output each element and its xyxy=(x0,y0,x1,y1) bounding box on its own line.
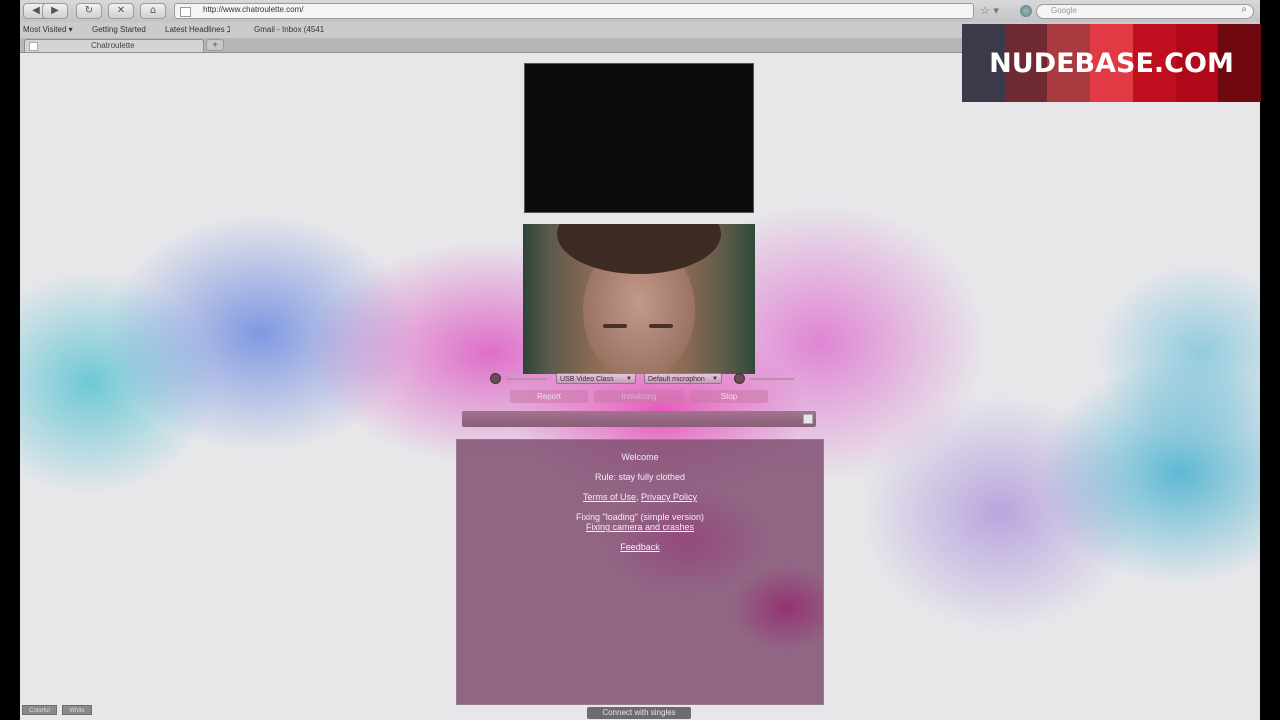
address-bar[interactable]: http://www.chatroulette.com/ xyxy=(174,3,974,19)
bookmark-gmail-inbox[interactable]: Gmail - Inbox (4541 xyxy=(254,25,324,34)
next-button[interactable]: Initializing xyxy=(594,390,684,403)
forward-button[interactable]: ▶ xyxy=(42,3,68,19)
webcam-hair-image xyxy=(557,224,721,274)
bookmark-star-icon[interactable]: ☆ ▾ xyxy=(980,4,999,17)
chat-panel: Welcome Rule: stay fully clothed Terms o… xyxy=(456,439,824,705)
privacy-policy-link[interactable]: Privacy Policy xyxy=(641,492,697,502)
report-button[interactable]: Report xyxy=(510,390,588,403)
partner-video xyxy=(524,63,754,213)
chevron-down-icon: ▼ xyxy=(626,376,632,382)
reload-button[interactable]: ↻ xyxy=(76,3,102,19)
bookmark-getting-started[interactable]: Getting Started xyxy=(92,25,146,34)
fixing-camera-link[interactable]: Fixing camera and crashes xyxy=(586,522,694,532)
watermark-logo: NUDEBASE.COM xyxy=(962,24,1261,102)
search-input[interactable]: Google ⌕ xyxy=(1036,4,1254,19)
theme-white-button[interactable]: White xyxy=(62,705,92,715)
eye-shape xyxy=(649,324,673,328)
fixing-camera-line: Fixing camera and crashes xyxy=(457,522,823,532)
page-content: USB Video Class ▼ Default microphon ▼ Re… xyxy=(20,53,1260,720)
connect-with-singles-link[interactable]: Connect with singles xyxy=(587,707,691,719)
camera-slider[interactable] xyxy=(506,378,546,380)
camera-select[interactable]: USB Video Class ▼ xyxy=(556,373,636,384)
camera-select-value: USB Video Class xyxy=(560,376,614,383)
watermark-text: NUDEBASE.COM xyxy=(989,48,1234,79)
terms-of-use-link[interactable]: Terms of Use xyxy=(583,492,636,502)
site-favicon-icon xyxy=(180,7,191,17)
welcome-text: Welcome xyxy=(621,452,659,462)
search-engine-icon[interactable] xyxy=(1020,5,1032,17)
navigation-toolbar: ◀ ▶ ↻ ✕ ⌂ http://www.chatroulette.com/ ☆… xyxy=(20,0,1260,22)
browser-window: ◀ ▶ ↻ ✕ ⌂ http://www.chatroulette.com/ ☆… xyxy=(20,0,1260,720)
stop-loading-button[interactable]: ✕ xyxy=(108,3,134,19)
eye-shape xyxy=(603,324,627,328)
bookmark-most-visited[interactable]: Most Visited ▾ xyxy=(23,25,73,34)
policy-links: Terms of Use, Privacy Policy xyxy=(457,492,823,502)
home-button[interactable]: ⌂ xyxy=(140,3,166,19)
send-button[interactable] xyxy=(803,414,813,424)
tab-favicon-icon xyxy=(29,42,38,51)
rule-text: Rule: stay fully clothed xyxy=(594,472,686,482)
bookmark-latest-headlines[interactable]: Latest Headlines ℷ xyxy=(165,25,231,34)
search-placeholder: Google xyxy=(1051,6,1077,15)
device-controls: USB Video Class ▼ Default microphon ▼ xyxy=(490,372,800,386)
own-webcam-video xyxy=(523,224,755,374)
tab-chatroulette[interactable]: Chatroulette xyxy=(24,39,204,52)
theme-colorful-button[interactable]: Colorful xyxy=(22,705,57,715)
comma-separator: , xyxy=(635,492,639,502)
feedback-link[interactable]: Feedback xyxy=(620,542,660,552)
microphone-select-value: Default microphon xyxy=(648,376,705,383)
address-text: http://www.chatroulette.com/ xyxy=(203,5,304,14)
fixing-loading-text: Fixing "loading" (simple version) xyxy=(576,512,704,522)
chat-input[interactable] xyxy=(462,411,816,427)
new-tab-button[interactable]: + xyxy=(206,39,224,51)
stop-button[interactable]: Stop xyxy=(690,390,768,403)
microphone-volume-slider[interactable] xyxy=(750,378,794,380)
microphone-select[interactable]: Default microphon ▼ xyxy=(644,373,722,384)
feedback-line: Feedback xyxy=(457,542,823,552)
chevron-down-icon: ▼ xyxy=(712,376,718,382)
tab-title: Chatroulette xyxy=(91,41,135,50)
magnifier-icon[interactable]: ⌕ xyxy=(1241,4,1247,15)
camera-icon xyxy=(490,373,501,384)
microphone-icon xyxy=(734,373,745,384)
